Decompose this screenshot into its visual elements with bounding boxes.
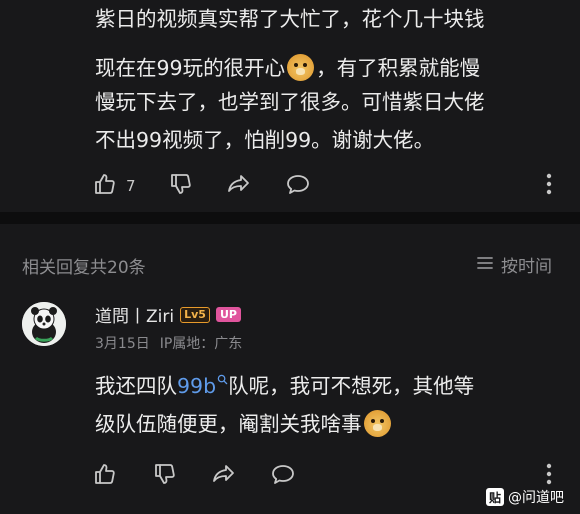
reply-username[interactable]: 道問丨Ziri xyxy=(95,302,174,327)
reply-date: 3月15日 xyxy=(95,336,150,352)
list-sort-icon xyxy=(475,253,495,277)
sort-label: 按时间 xyxy=(501,257,552,277)
sort-by-time-button[interactable]: 按时间 xyxy=(475,252,552,277)
more-vertical-icon xyxy=(536,171,562,201)
comment-line-2-tail: ，有了积累就能慢 xyxy=(316,56,481,80)
comment-line-2: 现在在99玩的很开心 ，有了积累就能慢 xyxy=(95,52,480,84)
avatar[interactable] xyxy=(22,302,66,346)
comment-bubble-icon xyxy=(270,461,296,491)
reply-line-1: 我还四队99b 队呢，我可不想死，其他等 xyxy=(95,370,474,402)
replies-count-title: 相关回复共20条 xyxy=(22,258,146,278)
doge-emoji-icon xyxy=(363,410,391,437)
more-options-button[interactable] xyxy=(536,171,562,201)
like-button[interactable]: 7 xyxy=(92,171,136,201)
reply-line-2: 级队伍随便更，阉割关我啥事 xyxy=(95,408,393,440)
thumb-down-icon xyxy=(168,171,194,201)
reply-share-button[interactable] xyxy=(211,461,237,491)
comment-bubble-icon xyxy=(285,171,311,201)
thumb-down-icon xyxy=(152,461,178,491)
search-icon xyxy=(217,374,228,385)
comment-line-2-text: 现在在99玩的很开心 xyxy=(95,56,286,80)
share-button[interactable] xyxy=(226,171,252,201)
reply-line-2-text: 级队伍随便更，阉割关我啥事 xyxy=(95,412,362,436)
share-icon xyxy=(226,171,252,201)
reply-line-1-text: 我还四队 xyxy=(95,374,177,398)
reply-line-1-tail: 队呢，我可不想死，其他等 xyxy=(228,374,475,398)
link-text: 99b xyxy=(177,374,217,398)
panda-avatar-icon xyxy=(22,302,66,346)
reply-comment-button[interactable] xyxy=(270,461,296,491)
up-badge: UP xyxy=(215,307,241,322)
comment-line-1: 紫日的视频真实帮了大忙了，花个几十块钱 xyxy=(95,7,485,31)
search-link-99b[interactable]: 99b xyxy=(177,374,228,398)
comment-line-4: 不出99视频了，怕削99。谢谢大佬。 xyxy=(95,128,435,152)
tieba-logo-icon: 贴 xyxy=(486,488,504,506)
watermark: 贴 @问道吧 xyxy=(486,487,564,507)
reply-like-button[interactable] xyxy=(92,461,118,491)
share-icon xyxy=(211,461,237,491)
level-badge: Lv5 xyxy=(180,306,210,323)
section-divider xyxy=(0,212,580,224)
reply-button[interactable] xyxy=(285,171,311,201)
watermark-text: @问道吧 xyxy=(508,490,564,506)
thumb-up-icon xyxy=(92,461,118,491)
thumb-up-icon xyxy=(92,171,118,201)
comment-line-3: 慢玩下去了，也学到了很多。可惜紫日大佬 xyxy=(95,90,485,114)
reply-location: IP属地：广东 xyxy=(159,336,243,352)
reply-author-row: 道問丨Ziri Lv5 UP xyxy=(95,302,241,327)
reply-dislike-button[interactable] xyxy=(152,461,178,491)
dislike-button[interactable] xyxy=(168,171,194,201)
like-count: 7 xyxy=(126,177,136,195)
reply-meta: 3月15日 IP属地：广东 xyxy=(95,333,242,353)
doge-emoji-icon xyxy=(287,54,315,81)
